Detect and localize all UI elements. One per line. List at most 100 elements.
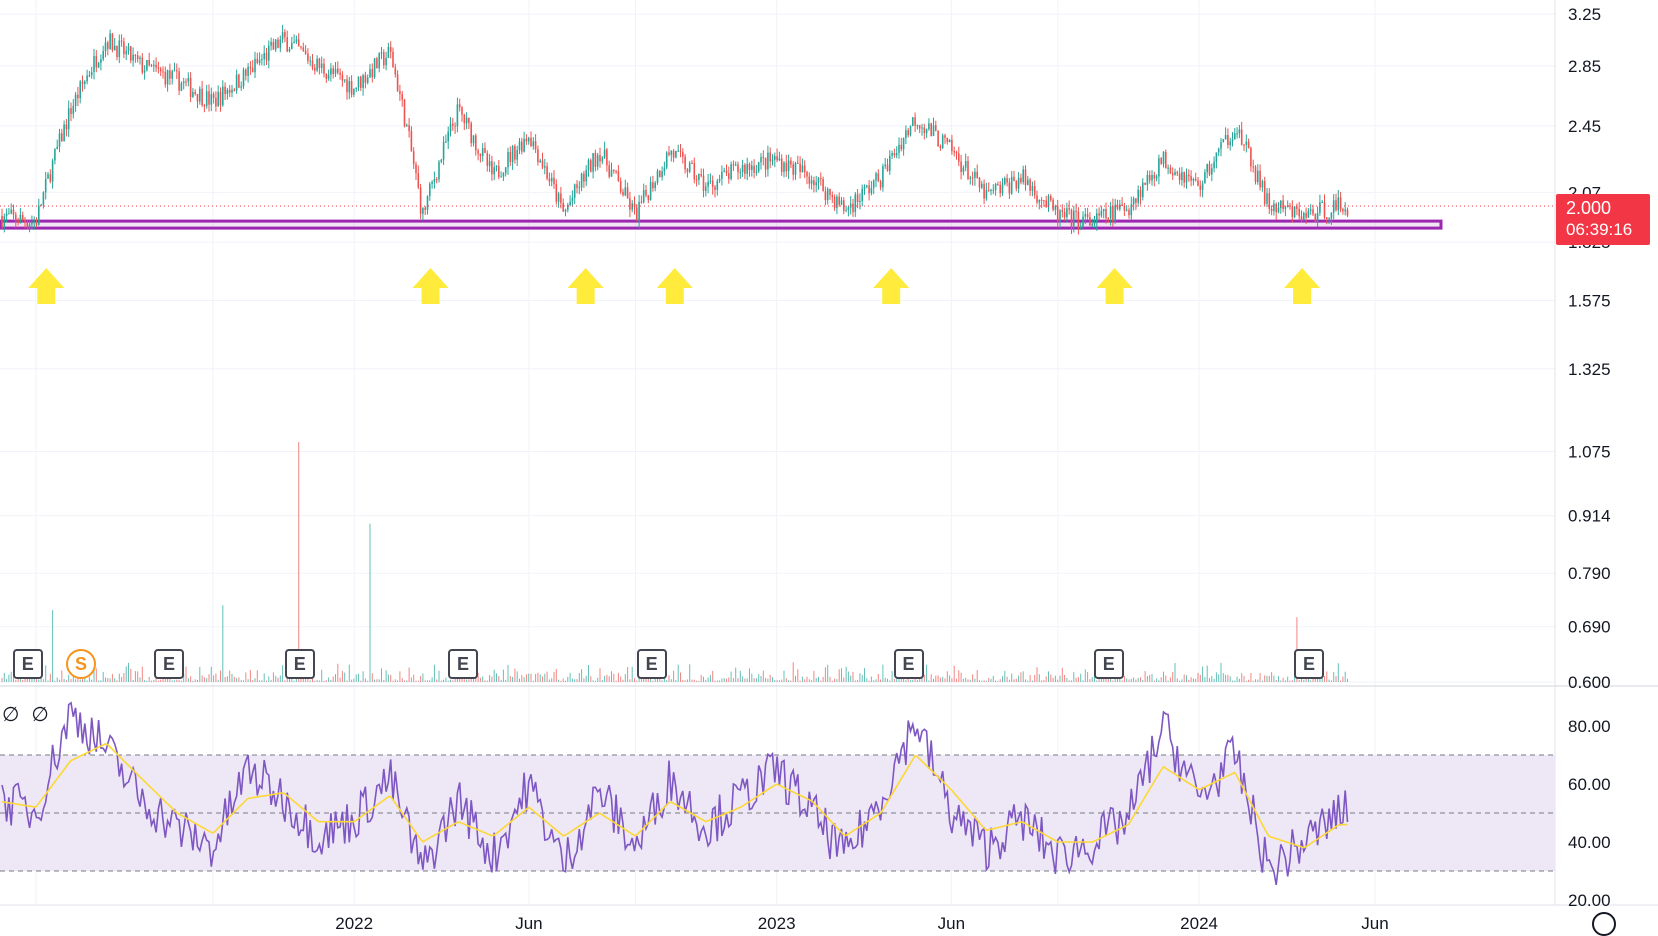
- candle-body: [762, 157, 765, 159]
- price-tick-label: 0.914: [1568, 507, 1611, 526]
- earnings-event-marker[interactable]: E: [1093, 649, 1124, 679]
- candle-body: [341, 74, 344, 81]
- rsi-axis[interactable]: 80.00 60.00 40.00 20.00: [1568, 717, 1611, 910]
- candle-body: [1266, 193, 1268, 204]
- candle-body: [1112, 206, 1114, 222]
- candle-body: [771, 159, 774, 162]
- candle-body: [8, 213, 10, 215]
- candle-body: [364, 75, 367, 83]
- empty-set-icon[interactable]: ∅: [31, 702, 48, 726]
- candle-body: [978, 177, 981, 188]
- candle-body: [530, 137, 532, 147]
- earnings-event-marker[interactable]: E: [12, 649, 43, 679]
- candle-body: [286, 37, 288, 52]
- candle-body: [672, 150, 675, 158]
- candle-body: [449, 123, 452, 132]
- candle-body: [700, 174, 702, 176]
- candle-body: [767, 152, 769, 170]
- rsi-legend[interactable]: ∅ ∅: [2, 702, 61, 726]
- candle-body: [1105, 208, 1107, 219]
- support-zone[interactable]: [0, 219, 1443, 230]
- support-arrows[interactable]: [28, 268, 1321, 304]
- empty-set-icon[interactable]: ∅: [2, 702, 19, 726]
- earnings-event-marker[interactable]: E: [153, 649, 184, 679]
- candle-body: [817, 177, 820, 183]
- candle-body: [1300, 216, 1303, 221]
- candle-body: [872, 180, 875, 189]
- support-rectangle: [0, 219, 1443, 230]
- candle-body: [953, 151, 955, 153]
- chart-canvas[interactable]: 3.252.852.452.071.8251.5751.3251.0750.91…: [0, 0, 1658, 932]
- candle-body: [330, 68, 332, 75]
- candle-body: [619, 181, 622, 192]
- candle-body: [1148, 174, 1151, 181]
- candle-body: [746, 163, 748, 174]
- candle-body: [1197, 180, 1199, 186]
- candle-body: [199, 88, 201, 102]
- candle-body: [235, 74, 238, 91]
- candle-body: [205, 91, 208, 107]
- candle-body: [1206, 163, 1208, 173]
- price-axis[interactable]: 3.252.852.452.071.8251.5751.3251.0750.91…: [1568, 5, 1611, 692]
- price-tick-label: 2.85: [1568, 57, 1601, 76]
- earnings-event-marker[interactable]: E: [1294, 649, 1325, 679]
- candle-body: [866, 185, 868, 187]
- candle-body: [107, 42, 109, 49]
- gear-icon[interactable]: [1592, 912, 1616, 936]
- candle-body: [679, 150, 682, 152]
- candle-body: [555, 183, 558, 202]
- candle-body: [38, 205, 40, 225]
- price-tick-label: 0.790: [1568, 564, 1611, 583]
- earnings-event-marker[interactable]: E: [447, 649, 478, 679]
- candle-body: [385, 57, 387, 66]
- candle-body: [272, 41, 275, 50]
- candle-body: [748, 163, 751, 170]
- candle-body: [822, 178, 824, 192]
- candle-body: [833, 196, 836, 208]
- candle-body: [1234, 133, 1236, 140]
- candle-body: [744, 164, 746, 174]
- candle-body: [203, 105, 206, 107]
- candle-body: [900, 144, 903, 150]
- candle-body: [210, 94, 213, 105]
- earnings-event-marker[interactable]: E: [284, 649, 315, 679]
- candle-body: [44, 178, 47, 193]
- earnings-event-marker[interactable]: E: [636, 649, 667, 679]
- earnings-event-marker[interactable]: E: [893, 649, 924, 679]
- candle-body: [631, 203, 633, 210]
- candle-body: [316, 58, 318, 71]
- candle-body: [1056, 206, 1059, 222]
- candle-body: [1236, 133, 1238, 135]
- candle-body: [780, 158, 783, 172]
- candle-body: [797, 162, 799, 164]
- candle-body: [155, 64, 157, 68]
- candle-body: [1050, 195, 1052, 200]
- candle-body: [877, 173, 880, 182]
- candle-body: [769, 152, 771, 162]
- candle-body: [1261, 181, 1264, 188]
- candlesticks: [0, 24, 1555, 235]
- candle-body: [256, 58, 259, 63]
- candle-body: [104, 42, 107, 52]
- candle-body: [422, 207, 424, 214]
- candle-body: [1204, 172, 1206, 184]
- candle-body: [886, 164, 889, 172]
- candle-body: [429, 183, 431, 197]
- candle-body: [1326, 217, 1328, 219]
- candle-body: [815, 182, 817, 186]
- candle-body: [1013, 176, 1015, 181]
- time-axis[interactable]: 2022 Jun 2023 Jun 2024 Jun: [335, 914, 1388, 932]
- candle-body: [445, 141, 447, 143]
- candle-body: [792, 164, 794, 175]
- candle-body: [824, 191, 827, 201]
- candle-body: [67, 108, 70, 130]
- up-arrow-icon: [567, 268, 604, 304]
- candle-body: [794, 162, 797, 175]
- candle-body: [1192, 178, 1195, 181]
- candle-body: [1059, 210, 1061, 222]
- candle-body: [870, 188, 873, 194]
- candle-body: [806, 171, 808, 177]
- candle-body: [387, 46, 390, 58]
- split-event-marker[interactable]: S: [66, 649, 97, 679]
- candle-body: [682, 151, 684, 157]
